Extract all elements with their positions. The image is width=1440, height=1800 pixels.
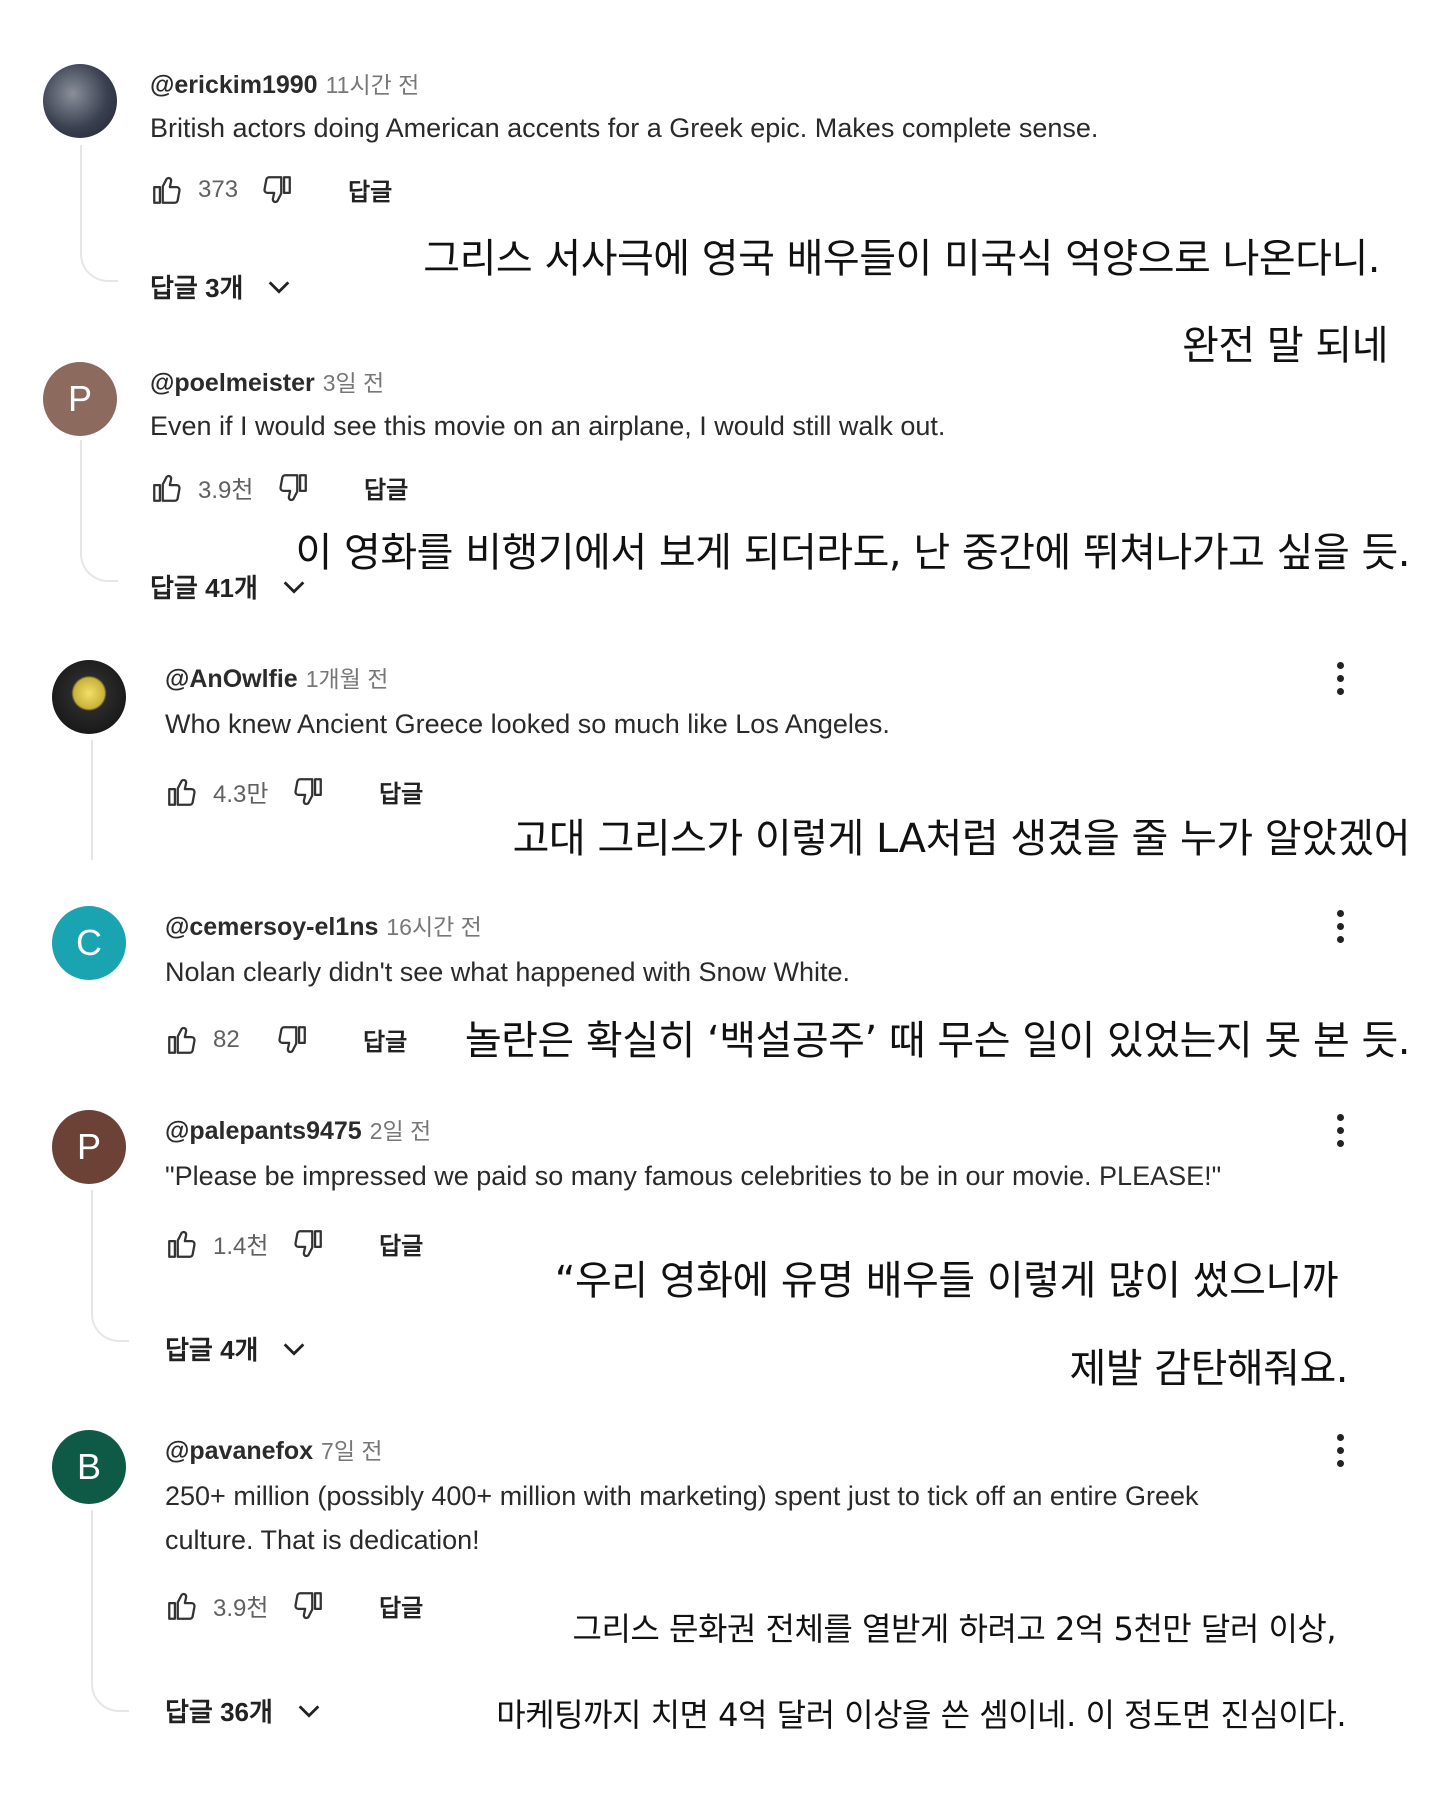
chevron-down-icon: [265, 273, 293, 301]
dislike-icon[interactable]: [291, 1589, 325, 1623]
comment-author[interactable]: @AnOwlfie: [165, 665, 298, 693]
replies-count: 답글 3개: [150, 273, 244, 303]
comment-time[interactable]: 16시간 전: [386, 914, 481, 940]
like-icon[interactable]: [165, 1023, 199, 1057]
translation-caption: 완전 말 되네: [1182, 323, 1388, 369]
translation-caption: 고대 그리스가 이렇게 LA처럼 생겼을 줄 누가 알았겠어: [512, 816, 1411, 862]
chevron-down-icon: [295, 1697, 323, 1725]
comment-time[interactable]: 1개월 전: [306, 666, 389, 692]
comment-text: Even if I would see this movie on an air…: [150, 411, 946, 441]
comment-text: Who knew Ancient Greece looked so much l…: [165, 709, 890, 739]
comment-header: @cemersoy-el1ns 16시간 전: [165, 908, 482, 942]
comment-actions: 4.3만 답글: [165, 774, 423, 809]
avatar[interactable]: [43, 64, 117, 138]
comment-text: 250+ million (possibly 400+ million with…: [165, 1481, 1199, 1511]
like-icon[interactable]: [150, 471, 184, 505]
comment-text: Nolan clearly didn't see what happened w…: [165, 957, 851, 987]
like-icon[interactable]: [165, 1589, 199, 1623]
like-count: 82: [213, 1025, 240, 1053]
comment-text: culture. That is dedication!: [165, 1525, 480, 1555]
translation-caption: 이 영화를 비행기에서 보게 되더라도, 난 중간에 뛰쳐나가고 싶을 듯.: [295, 530, 1411, 576]
reply-thread-line: [91, 1190, 129, 1342]
view-replies-button[interactable]: 답글 41개: [150, 568, 308, 605]
comment-author[interactable]: @cemersoy-el1ns: [165, 913, 378, 941]
avatar[interactable]: P: [52, 1110, 126, 1184]
reply-thread-line: [91, 740, 93, 860]
dislike-icon[interactable]: [291, 775, 325, 809]
chevron-down-icon: [280, 1335, 308, 1363]
comment-header: @poelmeister 3일 전: [150, 364, 384, 398]
comment-actions: 3.9천 답글: [150, 470, 408, 505]
view-replies-button[interactable]: 답글 36개: [165, 1692, 323, 1729]
comment-author[interactable]: @pavanefox: [165, 1437, 313, 1465]
comment-header: @AnOwlfie 1개월 전: [165, 660, 388, 694]
reply-button[interactable]: 답글: [379, 774, 423, 809]
more-vert-icon[interactable]: [1334, 1114, 1346, 1147]
translation-caption: 놀란은 확실히 ‘백설공주’ 때 무슨 일이 있었는지 못 본 듯.: [464, 1018, 1411, 1064]
dislike-icon[interactable]: [260, 173, 294, 207]
comment-actions: 3.9천 답글: [165, 1588, 423, 1623]
comment-text: British actors doing American accents fo…: [150, 113, 1099, 143]
dislike-icon[interactable]: [276, 471, 310, 505]
comment-author[interactable]: @palepants9475: [165, 1117, 362, 1145]
more-vert-icon[interactable]: [1334, 662, 1346, 695]
view-replies-button[interactable]: 답글 4개: [165, 1330, 308, 1367]
like-count: 3.9천: [198, 477, 254, 504]
dislike-icon[interactable]: [275, 1023, 309, 1057]
reply-thread-line: [80, 440, 118, 582]
reply-button[interactable]: 답글: [348, 172, 392, 207]
more-vert-icon[interactable]: [1334, 910, 1346, 943]
reply-thread-line: [80, 145, 118, 282]
replies-count: 답글 4개: [165, 1335, 259, 1365]
translation-caption: 마케팅까지 치면 4억 달러 이상을 쓴 셈이네. 이 정도면 진심이다.: [496, 1696, 1346, 1734]
avatar[interactable]: [52, 660, 126, 734]
translation-caption: 그리스 문화권 전체를 열받게 하려고 2억 5천만 달러 이상,: [572, 1610, 1337, 1648]
reply-button[interactable]: 답글: [379, 1226, 423, 1261]
comment-header: @erickim1990 11시간 전: [150, 66, 419, 100]
like-count: 4.3만: [213, 781, 269, 808]
reply-thread-line: [91, 1510, 129, 1712]
translation-caption: 제발 감탄해줘요.: [1069, 1346, 1348, 1392]
replies-count: 답글 41개: [150, 573, 258, 603]
translation-caption: “우리 영화에 유명 배우들 이렇게 많이 썼으니까: [554, 1258, 1339, 1304]
comment-time[interactable]: 7일 전: [321, 1438, 383, 1464]
reply-button[interactable]: 답글: [363, 1022, 407, 1057]
dislike-icon[interactable]: [291, 1227, 325, 1261]
more-vert-icon[interactable]: [1334, 1434, 1346, 1467]
comment-time[interactable]: 11시간 전: [326, 72, 420, 98]
like-count: 373: [198, 175, 239, 203]
avatar[interactable]: P: [43, 362, 117, 436]
reply-button[interactable]: 답글: [379, 1588, 423, 1623]
reply-button[interactable]: 답글: [364, 470, 408, 505]
comment-actions: 1.4천 답글: [165, 1226, 423, 1261]
translation-caption: 그리스 서사극에 영국 배우들이 미국식 억양으로 나온다니.: [423, 236, 1380, 282]
like-icon[interactable]: [150, 173, 184, 207]
comment-time[interactable]: 3일 전: [323, 370, 385, 396]
like-count: 3.9천: [213, 1595, 269, 1622]
comment-header: @pavanefox 7일 전: [165, 1432, 383, 1466]
like-icon[interactable]: [165, 1227, 199, 1261]
view-replies-button[interactable]: 답글 3개: [150, 268, 293, 305]
like-icon[interactable]: [165, 775, 199, 809]
replies-count: 답글 36개: [165, 1697, 273, 1727]
comment-actions: 82 답글: [165, 1022, 407, 1057]
comment-actions: 373 답글: [150, 172, 392, 207]
avatar[interactable]: B: [52, 1430, 126, 1504]
comment-text: "Please be impressed we paid so many fam…: [165, 1161, 1222, 1191]
like-count: 1.4천: [213, 1233, 269, 1260]
avatar[interactable]: C: [52, 906, 126, 980]
comment-author[interactable]: @poelmeister: [150, 369, 315, 397]
comment-author[interactable]: @erickim1990: [150, 71, 318, 99]
comment-time[interactable]: 2일 전: [370, 1118, 432, 1144]
comment-header: @palepants9475 2일 전: [165, 1112, 431, 1146]
